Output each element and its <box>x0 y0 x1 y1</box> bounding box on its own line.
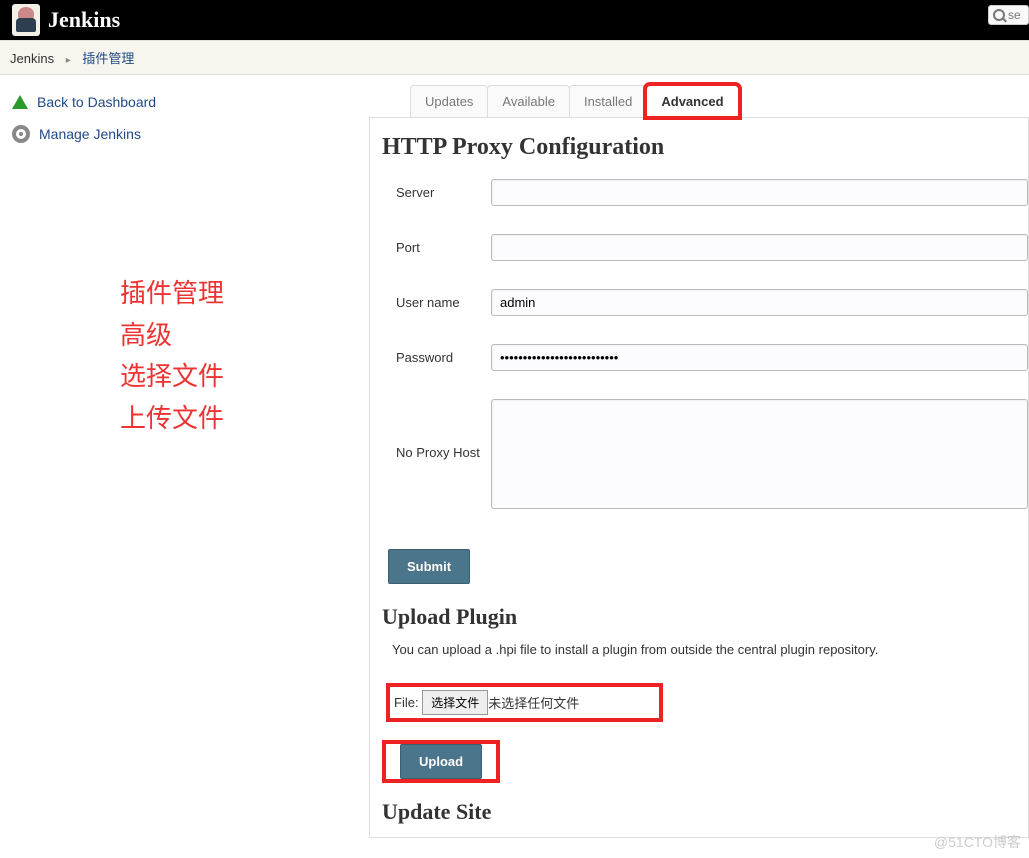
server-input[interactable] <box>491 179 1028 206</box>
tab-advanced[interactable]: Advanced <box>646 85 738 117</box>
sidebar-item-dashboard[interactable]: Back to Dashboard <box>10 89 366 120</box>
breadcrumb-root[interactable]: Jenkins <box>10 51 54 66</box>
sidebar-item-label: Manage Jenkins <box>39 126 141 142</box>
logo[interactable]: Jenkins <box>12 4 120 36</box>
port-input[interactable] <box>491 234 1028 261</box>
upload-button[interactable]: Upload <box>400 744 482 779</box>
server-label: Server <box>396 185 491 200</box>
tab-available[interactable]: Available <box>487 85 570 117</box>
tab-updates[interactable]: Updates <box>410 85 488 117</box>
search-input[interactable] <box>1008 8 1024 22</box>
tabs: Updates Available Installed Advanced <box>410 85 1029 117</box>
main-content: Updates Available Installed Advanced HTT… <box>370 75 1029 838</box>
password-input[interactable] <box>491 344 1028 371</box>
upload-heading: Upload Plugin <box>382 604 1028 630</box>
username-label: User name <box>396 295 491 310</box>
annotation-line: 上传文件 <box>120 398 366 440</box>
search-icon <box>993 9 1005 21</box>
jenkins-icon <box>12 4 40 36</box>
update-site-heading: Update Site <box>382 799 1028 825</box>
tab-installed[interactable]: Installed <box>569 85 647 117</box>
sidebar: Back to Dashboard Manage Jenkins 插件管理 高级… <box>0 75 370 838</box>
password-label: Password <box>396 350 491 365</box>
annotation-line: 插件管理 <box>120 273 366 315</box>
breadcrumb-current[interactable]: 插件管理 <box>82 51 134 66</box>
gear-icon <box>12 125 30 143</box>
chevron-right-icon: ▸ <box>66 55 71 66</box>
breadcrumb: Jenkins ▸ 插件管理 <box>0 40 1029 75</box>
proxy-heading: HTTP Proxy Configuration <box>382 134 1028 161</box>
submit-button[interactable]: Submit <box>388 549 470 584</box>
logo-text: Jenkins <box>48 7 120 33</box>
topbar: Jenkins <box>0 0 1029 40</box>
file-input-highlight: File: 选择文件 未选择任何文件 <box>386 683 663 722</box>
search-box[interactable] <box>988 5 1029 25</box>
watermark: @51CTO博客 <box>934 832 1021 852</box>
choose-file-button[interactable]: 选择文件 <box>422 690 488 715</box>
annotation-line: 选择文件 <box>120 356 366 398</box>
noproxy-label: No Proxy Host <box>396 399 491 460</box>
annotation-line: 高级 <box>120 315 366 357</box>
username-input[interactable] <box>491 289 1028 316</box>
file-status: 未选择任何文件 <box>488 693 579 712</box>
upload-description: You can upload a .hpi file to install a … <box>392 642 1028 657</box>
annotation-overlay: 插件管理 高级 选择文件 上传文件 <box>120 273 366 439</box>
sidebar-item-label: Back to Dashboard <box>37 94 156 110</box>
panel: HTTP Proxy Configuration Server Port Use… <box>369 117 1029 838</box>
noproxy-input[interactable] <box>491 399 1028 509</box>
file-label: File: <box>394 695 419 710</box>
arrow-up-icon <box>12 95 28 109</box>
upload-button-highlight: Upload <box>382 740 500 783</box>
port-label: Port <box>396 240 491 255</box>
sidebar-item-manage[interactable]: Manage Jenkins <box>10 120 366 153</box>
